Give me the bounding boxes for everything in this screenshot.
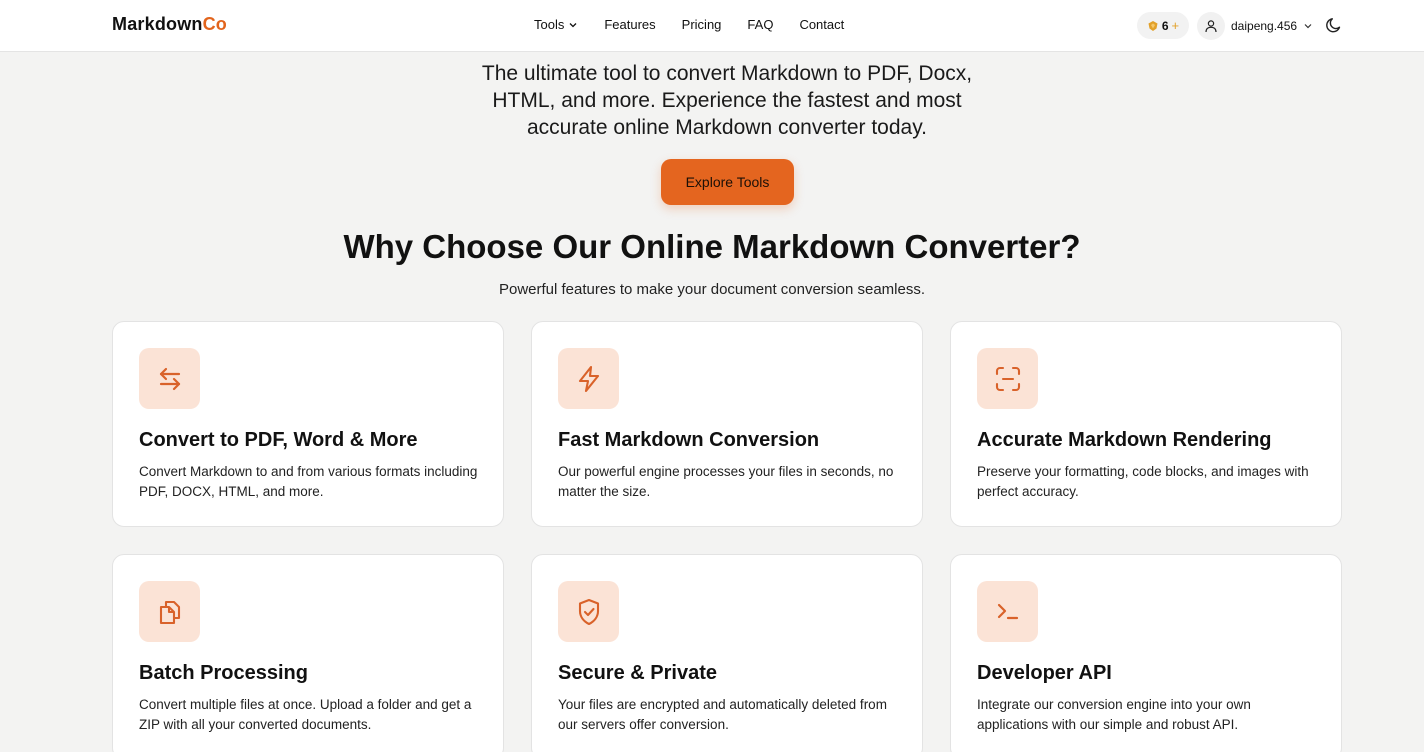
scan-icon bbox=[995, 366, 1020, 391]
card-title: Convert to PDF, Word & More bbox=[139, 429, 418, 451]
card-title: Fast Markdown Conversion bbox=[558, 429, 820, 451]
nav-features-label: Features bbox=[604, 17, 656, 32]
credits-count: 6 bbox=[1161, 18, 1169, 33]
top-navbar: MarkdownCo Tools Features Pricing FAQ Co… bbox=[0, 0, 1424, 52]
feature-card-api: Developer API Integrate our conversion e… bbox=[950, 554, 1342, 752]
card-icon-box bbox=[139, 581, 200, 642]
explore-tools-button[interactable]: Explore Tools bbox=[661, 159, 794, 205]
nav-contact-label: Contact bbox=[799, 17, 845, 32]
nav-contact[interactable]: Contact bbox=[799, 17, 844, 32]
arrows-swap-icon bbox=[159, 367, 180, 390]
username: daipeng.456 bbox=[1231, 19, 1298, 33]
feature-card-accurate: Accurate Markdown Rendering Preserve you… bbox=[950, 321, 1342, 527]
hero-description: The ultimate tool to convert Markdown to… bbox=[481, 62, 973, 139]
card-description: Our powerful engine processes your files… bbox=[558, 464, 894, 499]
card-description: Convert multiple files at once. Upload a… bbox=[139, 697, 472, 732]
nav-pricing[interactable]: Pricing bbox=[682, 17, 722, 32]
feature-card-convert: Convert to PDF, Word & More Convert Mark… bbox=[112, 321, 504, 527]
logo-accent-text: Co bbox=[202, 14, 228, 34]
card-title: Accurate Markdown Rendering bbox=[977, 429, 1272, 451]
card-icon-box bbox=[977, 581, 1038, 642]
logo-text: Markdown bbox=[112, 14, 203, 34]
card-icon-box bbox=[977, 348, 1038, 409]
card-icon-box bbox=[558, 348, 619, 409]
credits-plus: + bbox=[1171, 18, 1180, 33]
credits-badge[interactable]: 6 + bbox=[1137, 12, 1189, 39]
chevron-down-icon bbox=[1304, 24, 1312, 29]
moon-icon[interactable] bbox=[1325, 16, 1343, 34]
card-description: Your files are encrypted and automatical… bbox=[558, 697, 887, 732]
nav-features[interactable]: Features bbox=[604, 17, 655, 32]
terminal-icon bbox=[997, 603, 1018, 619]
lightning-icon bbox=[578, 365, 599, 392]
user-icon bbox=[1205, 20, 1217, 33]
card-description: Preserve your formatting, code blocks, a… bbox=[977, 464, 1309, 499]
nav-faq[interactable]: FAQ bbox=[747, 17, 773, 32]
shield-check-icon bbox=[578, 598, 599, 625]
nav-pricing-label: Pricing bbox=[681, 17, 722, 32]
card-description: Integrate our conversion engine into you… bbox=[977, 697, 1251, 732]
nav-tools-label: Tools bbox=[534, 17, 565, 32]
chevron-down-icon bbox=[569, 22, 577, 27]
avatar bbox=[1197, 12, 1225, 40]
card-icon-box bbox=[558, 581, 619, 642]
card-title: Secure & Private bbox=[558, 662, 717, 684]
features-subtitle: Powerful features to make your document … bbox=[498, 281, 926, 298]
feature-card-batch: Batch Processing Convert multiple files … bbox=[112, 554, 504, 752]
user-menu[interactable]: daipeng.456 bbox=[1197, 12, 1313, 40]
feature-card-fast: Fast Markdown Conversion Our powerful en… bbox=[531, 321, 923, 527]
card-title: Batch Processing bbox=[139, 662, 308, 684]
logo[interactable]: MarkdownCo bbox=[112, 14, 227, 35]
gem-icon bbox=[1148, 20, 1158, 31]
card-title: Developer API bbox=[977, 662, 1112, 684]
nav-faq-label: FAQ bbox=[747, 17, 774, 32]
card-icon-box bbox=[139, 348, 200, 409]
main-nav: Tools Features Pricing FAQ Contact bbox=[534, 17, 844, 32]
features-title: Why Choose Our Online Markdown Converter… bbox=[343, 228, 1081, 265]
files-icon bbox=[159, 600, 180, 624]
nav-tools[interactable]: Tools bbox=[534, 17, 578, 32]
feature-card-secure: Secure & Private Your files are encrypte… bbox=[531, 554, 923, 752]
card-description: Convert Markdown to and from various for… bbox=[139, 464, 478, 499]
